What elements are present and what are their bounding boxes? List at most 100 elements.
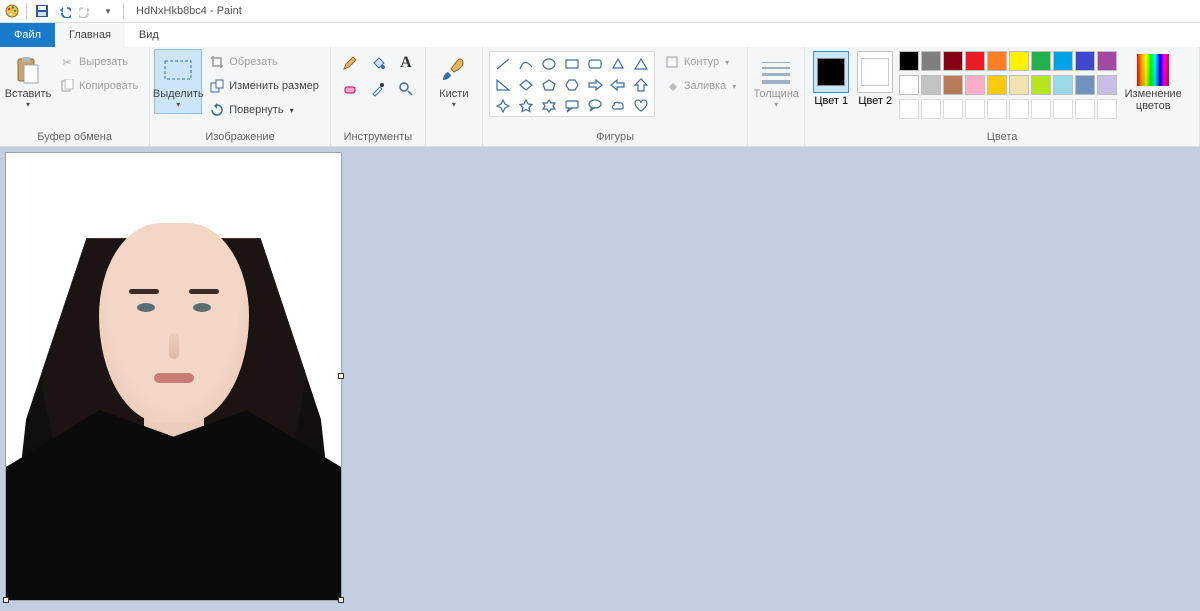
paste-button[interactable]: Вставить (4, 49, 52, 114)
shape-round-rect[interactable] (584, 54, 606, 74)
group-shapes: Контур ▾ Заливка ▾ Фигуры (483, 47, 748, 146)
shape-line[interactable] (492, 54, 514, 74)
color-swatch-empty[interactable] (1009, 99, 1029, 119)
color-swatch[interactable] (965, 51, 985, 71)
color-swatch[interactable] (1053, 75, 1073, 95)
color-swatch-empty[interactable] (1075, 99, 1095, 119)
group-brushes: Кисти (426, 47, 483, 146)
undo-icon[interactable] (55, 2, 73, 20)
group-tools: A Инструменты (331, 47, 426, 146)
size-button[interactable]: Толщина (752, 49, 800, 114)
tab-home[interactable]: Главная (55, 23, 125, 47)
tab-file[interactable]: Файл (0, 23, 55, 47)
pencil-tool[interactable] (337, 51, 363, 75)
shape-star6[interactable] (538, 96, 560, 116)
resize-icon (209, 78, 225, 94)
shape-arrow-left[interactable] (607, 75, 629, 95)
chevron-down-icon (452, 100, 456, 109)
shape-callout-rect[interactable] (561, 96, 583, 116)
shape-curve[interactable] (515, 54, 537, 74)
shapes-gallery[interactable] (489, 51, 655, 117)
shape-star4[interactable] (492, 96, 514, 116)
shape-rect[interactable] (561, 54, 583, 74)
color1-button[interactable] (813, 51, 849, 93)
color-swatch[interactable] (1031, 75, 1051, 95)
shape-callout-cloud[interactable] (607, 96, 629, 116)
color-swatch-empty[interactable] (965, 99, 985, 119)
color-swatch-empty[interactable] (987, 99, 1007, 119)
color-swatch[interactable] (1097, 51, 1117, 71)
resize-handle-se[interactable] (338, 597, 344, 603)
color2-swatch (861, 58, 889, 86)
color-swatch[interactable] (899, 51, 919, 71)
shape-triangle[interactable] (630, 54, 652, 74)
group-colors-label: Цвета (809, 129, 1195, 146)
color-swatch[interactable] (1053, 51, 1073, 71)
cut-button[interactable]: ✂ Вырезать (54, 51, 143, 73)
color-swatch[interactable] (921, 51, 941, 71)
shape-arrow-up[interactable] (630, 75, 652, 95)
resize-handle-e[interactable] (338, 373, 344, 379)
color-swatch[interactable] (965, 75, 985, 95)
select-button[interactable]: Выделить (154, 49, 202, 114)
shape-fill-button[interactable]: Заливка ▾ (659, 75, 741, 97)
palette-custom-row (897, 97, 1119, 121)
shape-polygon[interactable] (607, 54, 629, 74)
shape-callout-round[interactable] (584, 96, 606, 116)
magnifier-tool[interactable] (393, 77, 419, 101)
canvas[interactable] (6, 153, 341, 600)
canvas-area[interactable] (0, 147, 1200, 611)
color-swatch[interactable] (987, 75, 1007, 95)
color-swatch[interactable] (1009, 51, 1029, 71)
color2-button[interactable] (857, 51, 893, 93)
resize-handle-sw[interactable] (3, 597, 9, 603)
color-swatch-empty[interactable] (1053, 99, 1073, 119)
color-swatch[interactable] (899, 75, 919, 95)
shape-outline-button[interactable]: Контур ▾ (659, 51, 741, 73)
color-swatch-empty[interactable] (899, 99, 919, 119)
fill-tool[interactable] (365, 51, 391, 75)
brushes-button[interactable]: Кисти (430, 49, 478, 114)
shape-heart[interactable] (630, 96, 652, 116)
redo-icon[interactable] (77, 2, 95, 20)
color-swatch[interactable] (943, 51, 963, 71)
tab-view[interactable]: Вид (125, 23, 173, 47)
color-swatch-empty[interactable] (1031, 99, 1051, 119)
qat-customize-icon[interactable]: ▾ (99, 2, 117, 20)
resize-button[interactable]: Изменить размер (204, 75, 324, 97)
color-swatch[interactable] (1009, 75, 1029, 95)
color-swatch[interactable] (921, 75, 941, 95)
color-swatch[interactable] (1031, 51, 1051, 71)
edit-colors-label: Изменение цветов (1122, 88, 1184, 112)
shape-star5[interactable] (515, 96, 537, 116)
text-tool[interactable]: A (393, 51, 419, 75)
copy-button[interactable]: Копировать (54, 75, 143, 97)
shape-right-triangle[interactable] (492, 75, 514, 95)
color-swatch[interactable] (1075, 75, 1095, 95)
palette-row2 (897, 73, 1119, 97)
edit-colors-button[interactable]: Изменение цветов (1119, 49, 1187, 117)
color-swatch-empty[interactable] (1097, 99, 1117, 119)
select-icon (162, 54, 194, 86)
shape-pentagon[interactable] (538, 75, 560, 95)
color-picker-tool[interactable] (365, 77, 391, 101)
copy-label: Копировать (79, 80, 138, 92)
color1-label: Цвет 1 (814, 95, 848, 107)
shape-diamond[interactable] (515, 75, 537, 95)
shape-oval[interactable] (538, 54, 560, 74)
color-swatch[interactable] (987, 51, 1007, 71)
shape-hexagon[interactable] (561, 75, 583, 95)
color-swatch-empty[interactable] (943, 99, 963, 119)
paste-label: Вставить (5, 88, 52, 100)
eraser-tool[interactable] (337, 77, 363, 101)
color-swatch[interactable] (1097, 75, 1117, 95)
color-swatch-empty[interactable] (921, 99, 941, 119)
shape-arrow-right[interactable] (584, 75, 606, 95)
rotate-button[interactable]: Повернуть ▾ (204, 99, 324, 121)
color-swatch[interactable] (1075, 51, 1095, 71)
resize-label: Изменить размер (229, 80, 319, 92)
titlebar: ▾ HdNxHkb8bc4 - Paint (0, 0, 1200, 23)
color-swatch[interactable] (943, 75, 963, 95)
save-icon[interactable] (33, 2, 51, 20)
crop-button[interactable]: Обрезать (204, 51, 324, 73)
